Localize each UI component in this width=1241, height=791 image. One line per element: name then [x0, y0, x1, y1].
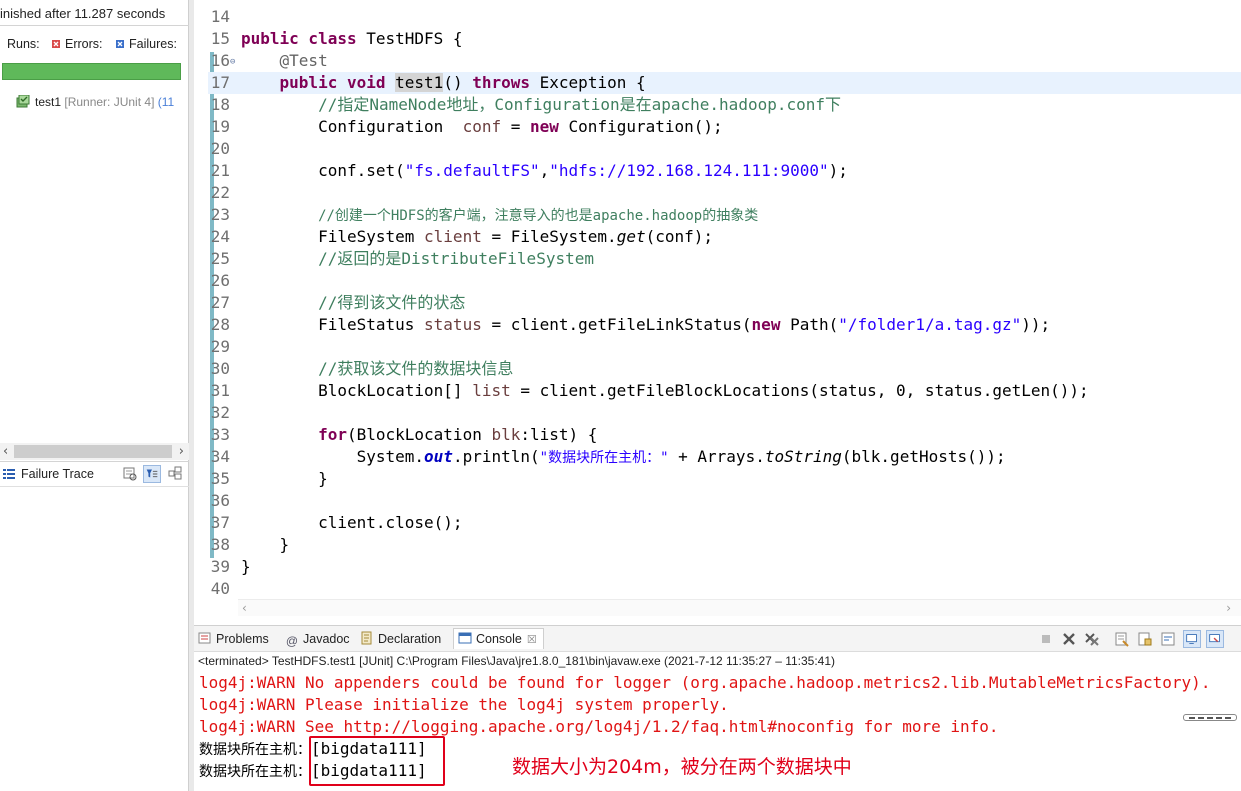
code-line[interactable]: 22 — [208, 182, 1241, 204]
code-line[interactable]: 38 } — [208, 534, 1241, 556]
stack-trace-icon — [3, 469, 15, 479]
code-line[interactable]: 27 //得到该文件的状态 — [208, 292, 1241, 314]
tab-declaration[interactable]: Declaration — [360, 629, 441, 650]
terminated-status: <terminated> TestHDFS.test1 [JUnit] C:\P… — [198, 654, 836, 668]
scroll-left-icon[interactable]: ‹ — [242, 600, 247, 617]
remove-launch-icon[interactable] — [1060, 630, 1078, 648]
error-icon — [52, 40, 60, 48]
word-wrap-icon[interactable] — [1159, 630, 1177, 648]
failure-icon — [116, 40, 124, 48]
code-line[interactable]: 35 } — [208, 468, 1241, 490]
code-line[interactable]: 34 System.out.println("数据块所在主机：" + Array… — [208, 446, 1241, 468]
display-selected-console-icon[interactable] — [1206, 630, 1224, 648]
code-line[interactable]: 24 FileSystem client = FileSystem.get(co… — [208, 226, 1241, 248]
filter-stack-icon[interactable] — [143, 465, 161, 483]
code-line[interactable]: 19 Configuration conf = new Configuratio… — [208, 116, 1241, 138]
code-line[interactable]: 39} — [208, 556, 1241, 578]
tab-console[interactable]: Console ☒ — [453, 628, 544, 649]
junit-view: inished after 11.287 seconds Runs: Error… — [0, 0, 189, 791]
failure-trace-header: Failure Trace — [0, 461, 189, 487]
close-icon[interactable]: ☒ — [527, 634, 537, 646]
test-success-icon — [16, 95, 30, 108]
errors-label: Errors: — [65, 37, 103, 51]
failures-counter: Failures: — [116, 37, 177, 51]
code-line[interactable]: 18 //指定NameNode地址，Configuration是在apache.… — [208, 94, 1241, 116]
editor-horizontal-scrollbar[interactable]: ‹ › — [238, 599, 1241, 616]
failures-label: Failures: — [129, 37, 177, 51]
highlight-box — [309, 736, 445, 786]
code-line[interactable]: 37 client.close(); — [208, 512, 1241, 534]
console-icon — [458, 632, 472, 644]
test-tree-item[interactable]: test1 [Runner: JUnit 4] (11 — [16, 95, 174, 113]
code-editor[interactable]: 14 15 public class TestHDFS { 16 ⊖ @Test 1… — [194, 0, 1241, 616]
javadoc-icon: @ — [285, 634, 299, 648]
code-line[interactable]: 16 ⊖ @Test — [208, 50, 1241, 72]
view-tab-bar: Problems @ Javadoc Declaration Console ☒ — [194, 626, 1241, 652]
console-warn-line: log4j:WARN No appenders could be found f… — [199, 673, 1211, 692]
code-line[interactable]: 29 — [208, 336, 1241, 358]
console-warn-line: log4j:WARN Please initialize the log4j s… — [199, 695, 729, 714]
clear-console-icon[interactable] — [1113, 630, 1131, 648]
minimize-control[interactable] — [1183, 714, 1237, 721]
console-warn-line: log4j:WARN See http://logging.apache.org… — [199, 717, 999, 736]
junit-horizontal-scrollbar[interactable]: ‹ › — [0, 443, 189, 460]
errors-counter: Errors: — [52, 37, 103, 51]
junit-progress-bar — [2, 63, 181, 80]
scroll-left-icon[interactable]: ‹ — [3, 443, 8, 460]
code-line[interactable]: 33 for(BlockLocation blk:list) { — [208, 424, 1241, 446]
annotation-note: 数据大小为204m，被分在两个数据块中 — [512, 756, 852, 778]
code-line[interactable]: 31 BlockLocation[] list = client.getFile… — [208, 380, 1241, 402]
test-name: test1 — [35, 95, 62, 109]
test-time: (11 — [157, 95, 175, 109]
code-line[interactable]: 30 //获取该文件的数据块信息 — [208, 358, 1241, 380]
code-line[interactable]: 20 — [208, 138, 1241, 160]
runs-label: Runs: — [7, 37, 40, 51]
terminate-icon[interactable] — [1037, 630, 1055, 648]
test-runner: [Runner: JUnit 4] — [64, 95, 155, 109]
code-line[interactable]: 23 //创建一个HDFS的客户端，注意导入的也是apache.hadoop的抽… — [208, 204, 1241, 226]
bottom-views: Problems @ Javadoc Declaration Console ☒ <… — [194, 625, 1241, 791]
tab-javadoc[interactable]: @ Javadoc — [285, 629, 350, 650]
junit-counters: Runs: Errors: Failures: — [0, 34, 189, 56]
tab-problems[interactable]: Problems — [198, 629, 269, 650]
code-line[interactable]: 21 conf.set("fs.defaultFS","hdfs://192.1… — [208, 160, 1241, 182]
code-line[interactable]: 32 — [208, 402, 1241, 424]
copy-trace-icon[interactable] — [166, 465, 184, 483]
code-line-current[interactable]: 17 public void test1() throws Exception … — [208, 72, 1241, 94]
code-line[interactable]: 28 FileStatus status = client.getFileLin… — [208, 314, 1241, 336]
code-line[interactable]: 26 — [208, 270, 1241, 292]
code-line[interactable]: 40 — [208, 578, 1241, 600]
fold-icon[interactable]: ⊖ — [230, 51, 235, 73]
scroll-thumb[interactable] — [14, 445, 172, 458]
declaration-icon — [361, 631, 372, 645]
compare-result-icon[interactable] — [121, 465, 139, 483]
scroll-lock-icon[interactable] — [1136, 630, 1154, 648]
code-line[interactable]: 14 — [208, 6, 1241, 28]
code-line[interactable]: 15 public class TestHDFS { — [208, 28, 1241, 50]
junit-status: inished after 11.287 seconds — [0, 4, 189, 26]
scroll-right-icon[interactable]: › — [179, 443, 184, 460]
problems-icon — [198, 632, 211, 644]
code-line[interactable]: 25 //返回的是DistributeFileSystem — [208, 248, 1241, 270]
method-name: test1 — [395, 73, 444, 92]
scroll-right-icon[interactable]: › — [1226, 600, 1231, 617]
code-line[interactable]: 36 — [208, 490, 1241, 512]
failure-trace-label: Failure Trace — [21, 467, 94, 481]
pin-console-icon[interactable] — [1183, 630, 1201, 648]
remove-all-terminated-icon[interactable] — [1083, 630, 1101, 648]
